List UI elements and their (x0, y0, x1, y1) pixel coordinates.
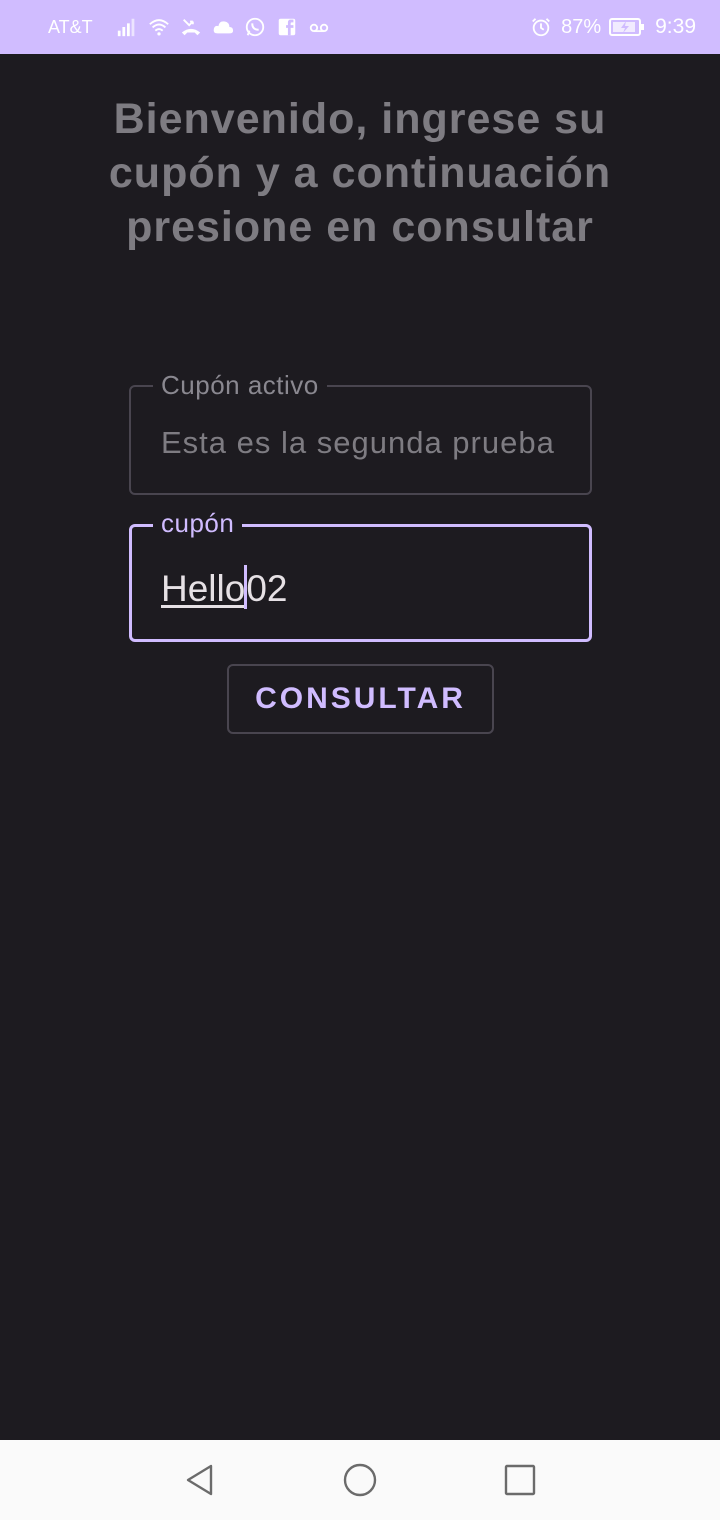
home-icon[interactable] (342, 1462, 378, 1498)
missed-call-icon (179, 15, 203, 39)
navigation-bar (0, 1440, 720, 1520)
welcome-heading: Bienvenido, ingrese su cupón y a continu… (108, 95, 612, 251)
alarm-icon (529, 15, 553, 39)
whatsapp-icon (243, 15, 267, 39)
cloud-icon (211, 15, 235, 39)
coupon-input-value[interactable]: Hello02 (161, 565, 287, 610)
coupon-input-label: cupón (153, 507, 243, 539)
status-bar: AT&T 87% 9:39 (0, 0, 720, 54)
coupon-input-text-before-cursor: Hello (161, 568, 246, 609)
status-left: AT&T (48, 15, 331, 39)
coupon-input[interactable]: cupón Hello02 (129, 507, 592, 642)
status-right: 87% 9:39 (529, 15, 696, 39)
recents-icon[interactable] (502, 1462, 538, 1498)
back-icon[interactable] (182, 1462, 218, 1498)
voicemail-icon (307, 15, 331, 39)
wifi-icon (147, 15, 171, 39)
signal-icon (115, 15, 139, 39)
consultar-button[interactable]: CONSULTAR (227, 664, 494, 734)
facebook-icon (275, 15, 299, 39)
active-coupon-label: Cupón activo (153, 369, 327, 401)
battery-icon (609, 15, 645, 39)
main-content: Bienvenido, ingrese su cupón y a continu… (0, 54, 720, 1440)
battery-percent: 87% (561, 15, 602, 38)
active-coupon-value: Esta es la segunda prueba (161, 425, 555, 460)
active-coupon-field: Cupón activo Esta es la segunda prueba (129, 369, 592, 495)
coupon-input-text-after-cursor: 02 (246, 568, 288, 609)
carrier-label: AT&T (48, 16, 93, 37)
clock: 9:39 (655, 15, 696, 38)
